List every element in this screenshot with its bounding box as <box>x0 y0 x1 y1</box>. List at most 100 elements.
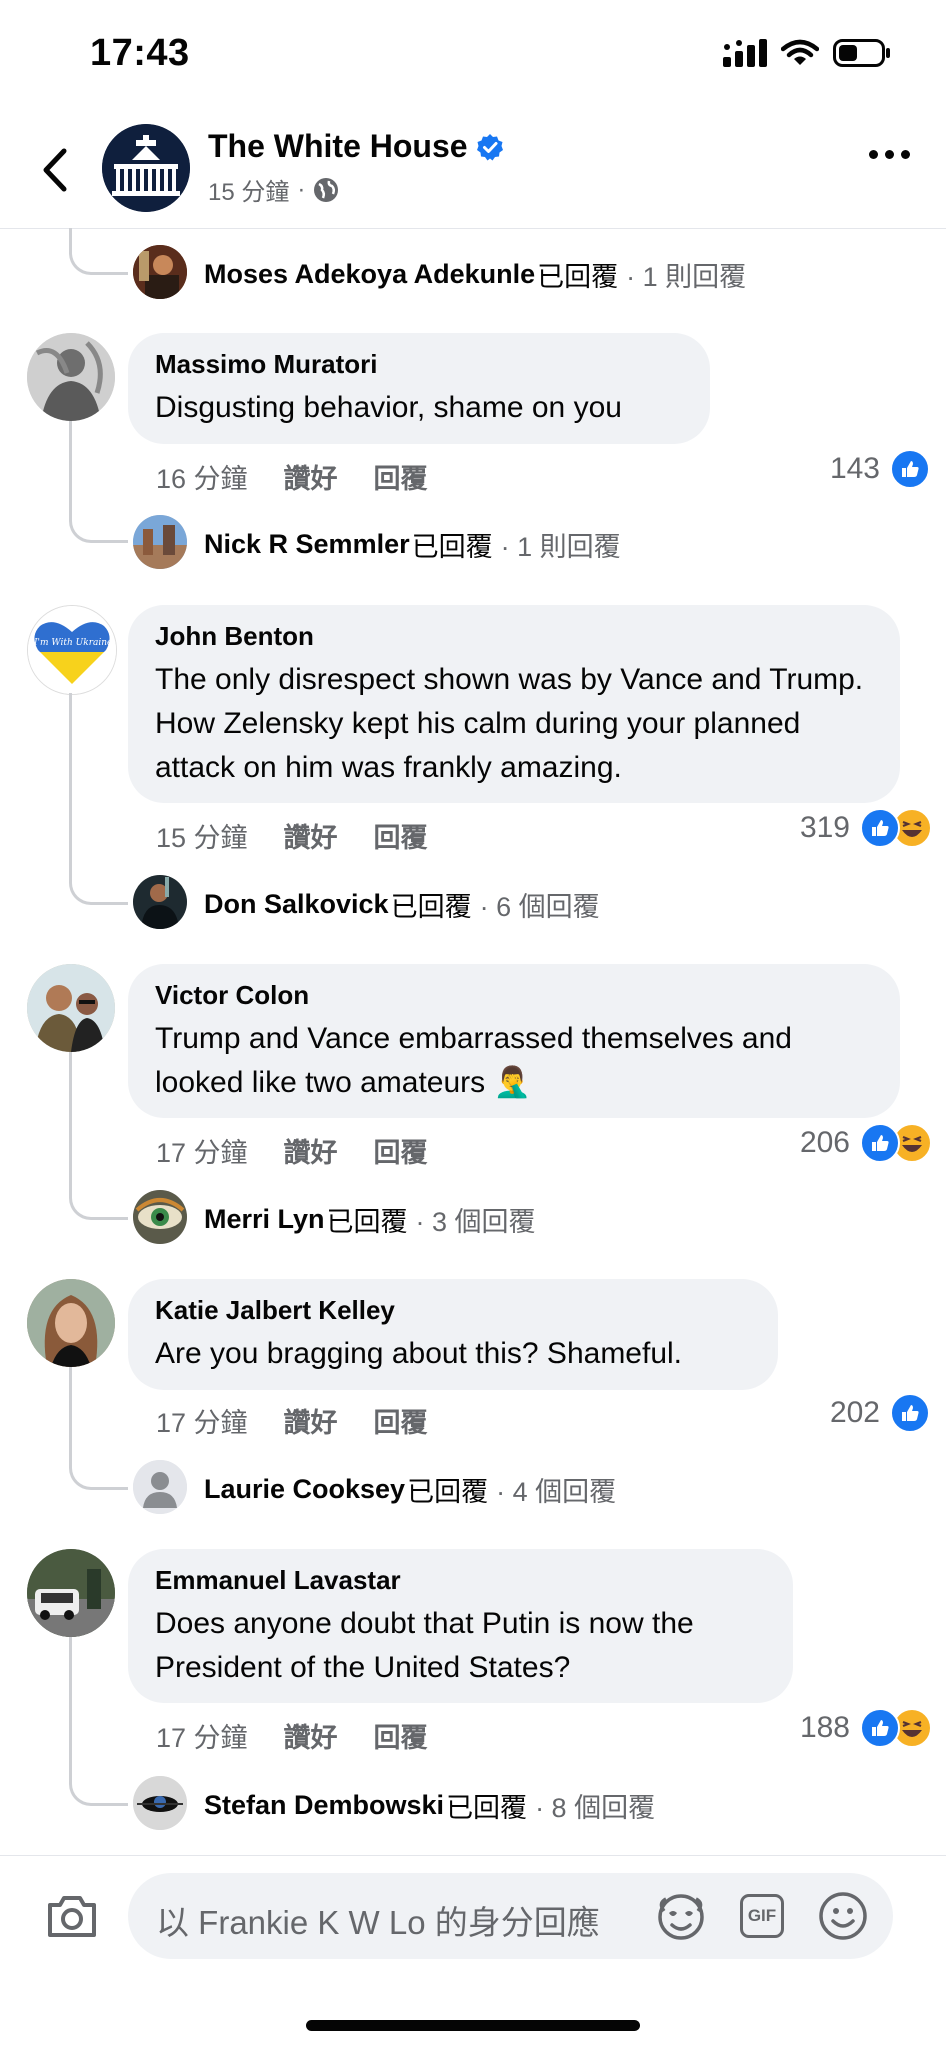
reply-author[interactable]: Laurie Cooksey <box>204 1474 405 1505</box>
reaction-summary[interactable]: 188 <box>800 1708 932 1748</box>
reply-count[interactable]: · 8 個回覆 <box>535 1786 655 1825</box>
status-time: 17:43 <box>90 32 190 74</box>
gif-button[interactable]: GIF <box>740 1894 784 1938</box>
thread-connector <box>69 421 128 543</box>
like-button[interactable]: 讚好 <box>284 1401 338 1440</box>
thread-connector <box>69 693 128 905</box>
comment-bubble[interactable]: Massimo Muratori Disgusting behavior, sh… <box>128 333 710 444</box>
reaction-summary[interactable]: 319 <box>800 808 932 848</box>
reply-button[interactable]: 回覆 <box>374 1716 428 1755</box>
reaction-summary[interactable]: 143 <box>830 449 930 489</box>
comment-actions: 16 分鐘 讚好 回覆 <box>156 457 428 496</box>
reply-button[interactable]: 回覆 <box>374 1131 428 1170</box>
camera-icon[interactable] <box>46 1893 98 1939</box>
comment-author[interactable]: John Benton <box>155 621 872 652</box>
comment-text-body: Trump and Vance embarrassed themselves a… <box>155 1022 792 1099</box>
page-name-text[interactable]: The White House <box>208 128 468 165</box>
page-avatar[interactable] <box>102 124 190 212</box>
avatar[interactable] <box>133 1776 187 1830</box>
more-options-icon[interactable] <box>869 150 910 159</box>
comment-author[interactable]: Emmanuel Lavastar <box>155 1565 765 1596</box>
reply-summary[interactable]: Merri Lyn 已回覆 · 3 個回覆 <box>204 1200 536 1239</box>
comment-author[interactable]: Victor Colon <box>155 980 872 1011</box>
reply-author[interactable]: Nick R Semmler <box>204 529 410 560</box>
gif-label: GIF <box>747 1906 777 1925</box>
avatar[interactable] <box>133 1190 187 1244</box>
comment-time[interactable]: 15 分鐘 <box>156 816 248 855</box>
comment-time[interactable]: 17 分鐘 <box>156 1131 248 1170</box>
avatar-sticker-icon[interactable] <box>654 1893 708 1941</box>
reply-summary[interactable]: Nick R Semmler 已回覆 · 1 則回覆 <box>204 525 621 564</box>
avatar[interactable] <box>133 1460 187 1514</box>
reply-author[interactable]: Merri Lyn <box>204 1204 325 1235</box>
white-house-logo-icon <box>102 124 190 212</box>
avatar[interactable] <box>133 875 187 929</box>
reply-summary[interactable]: Moses Adekoya Adekunle 已回覆 · 1 則回覆 <box>204 255 746 294</box>
ukraine-heart-icon <box>28 606 116 694</box>
home-indicator[interactable] <box>306 2020 640 2031</box>
reply-summary[interactable]: Stefan Dembowski 已回覆 · 8 個回覆 <box>204 1786 655 1825</box>
reply-count[interactable]: · 1 則回覆 <box>501 525 621 564</box>
comment-time[interactable]: 17 分鐘 <box>156 1716 248 1755</box>
like-reaction-icon <box>890 1393 930 1433</box>
emoji-icon[interactable] <box>818 1891 868 1941</box>
reply-button[interactable]: 回覆 <box>374 1401 428 1440</box>
comment-input-placeholder[interactable]: 以 Frankie K W Lo 的身分回應 <box>156 1896 600 1944</box>
like-reaction-icon <box>860 1123 900 1163</box>
like-button[interactable]: 讚好 <box>284 1131 338 1170</box>
reply-suffix: 已回覆 <box>446 1793 528 1823</box>
avatar[interactable] <box>27 964 115 1052</box>
reply-count[interactable]: · 3 個回覆 <box>416 1200 536 1239</box>
status-icons <box>723 36 891 70</box>
comment-bubble[interactable]: John Benton The only disrespect shown wa… <box>128 605 900 803</box>
post-time[interactable]: 15 分鐘 <box>208 172 289 207</box>
wifi-icon <box>781 39 819 65</box>
post-meta: 15 分鐘 · <box>208 172 339 207</box>
comment-actions: 15 分鐘 讚好 回覆 <box>156 816 428 855</box>
like-button[interactable]: 讚好 <box>284 816 338 855</box>
comment-time[interactable]: 16 分鐘 <box>156 457 248 496</box>
comment-text: The only disrespect shown was by Vance a… <box>155 663 864 784</box>
back-arrow-icon[interactable] <box>36 145 76 195</box>
comment-text: Are you bragging about this? Shameful. <box>155 1337 683 1370</box>
avatar[interactable] <box>27 1279 115 1367</box>
like-button[interactable]: 讚好 <box>284 1716 338 1755</box>
comment-actions: 17 分鐘 讚好 回覆 <box>156 1401 428 1440</box>
avatar[interactable] <box>133 515 187 569</box>
reply-count[interactable]: · 4 個回覆 <box>496 1470 616 1509</box>
avatar[interactable] <box>27 1549 115 1637</box>
reply-button[interactable]: 回覆 <box>374 816 428 855</box>
comment-bubble[interactable]: Victor Colon Trump and Vance embarrassed… <box>128 964 900 1118</box>
reply-author[interactable]: Don Salkovick <box>204 889 389 920</box>
reply-button[interactable]: 回覆 <box>374 457 428 496</box>
comment-bubble[interactable]: Emmanuel Lavastar Does anyone doubt that… <box>128 1549 793 1703</box>
comment-time[interactable]: 17 分鐘 <box>156 1401 248 1440</box>
thread-connector <box>69 228 128 275</box>
reaction-count: 202 <box>829 1396 880 1429</box>
reply-count[interactable]: · 6 個回覆 <box>480 885 600 924</box>
comment-bubble[interactable]: Katie Jalbert Kelley Are you bragging ab… <box>128 1279 778 1390</box>
reply-suffix: 已回覆 <box>326 1207 408 1237</box>
avatar[interactable]: I'm With Ukraine <box>27 605 117 695</box>
page-name[interactable]: The White House <box>208 128 504 165</box>
reply-count[interactable]: · 1 則回覆 <box>626 255 746 294</box>
reaction-summary[interactable]: 202 <box>830 1393 930 1433</box>
thread-connector <box>69 1637 128 1806</box>
avatar[interactable] <box>27 333 115 421</box>
reply-suffix: 已回覆 <box>390 892 472 922</box>
battery-icon <box>833 39 890 67</box>
reply-summary[interactable]: Laurie Cooksey 已回覆 · 4 個回覆 <box>204 1470 616 1509</box>
reaction-count: 206 <box>799 1126 850 1159</box>
reply-author[interactable]: Moses Adekoya Adekunle <box>204 259 535 290</box>
comment-author[interactable]: Massimo Muratori <box>155 349 682 380</box>
reply-summary[interactable]: Don Salkovick 已回覆 · 6 個回覆 <box>204 885 600 924</box>
like-button[interactable]: 讚好 <box>284 457 338 496</box>
reply-author[interactable]: Stefan Dembowski <box>204 1790 444 1821</box>
cellular-signal-icon <box>723 39 767 67</box>
avatar[interactable] <box>133 245 187 299</box>
like-reaction-icon <box>860 1708 900 1748</box>
reaction-count: 143 <box>829 452 880 485</box>
comment-text: Disgusting behavior, shame on you <box>155 391 622 424</box>
comment-author[interactable]: Katie Jalbert Kelley <box>155 1295 750 1326</box>
reaction-summary[interactable]: 206 <box>800 1123 932 1163</box>
